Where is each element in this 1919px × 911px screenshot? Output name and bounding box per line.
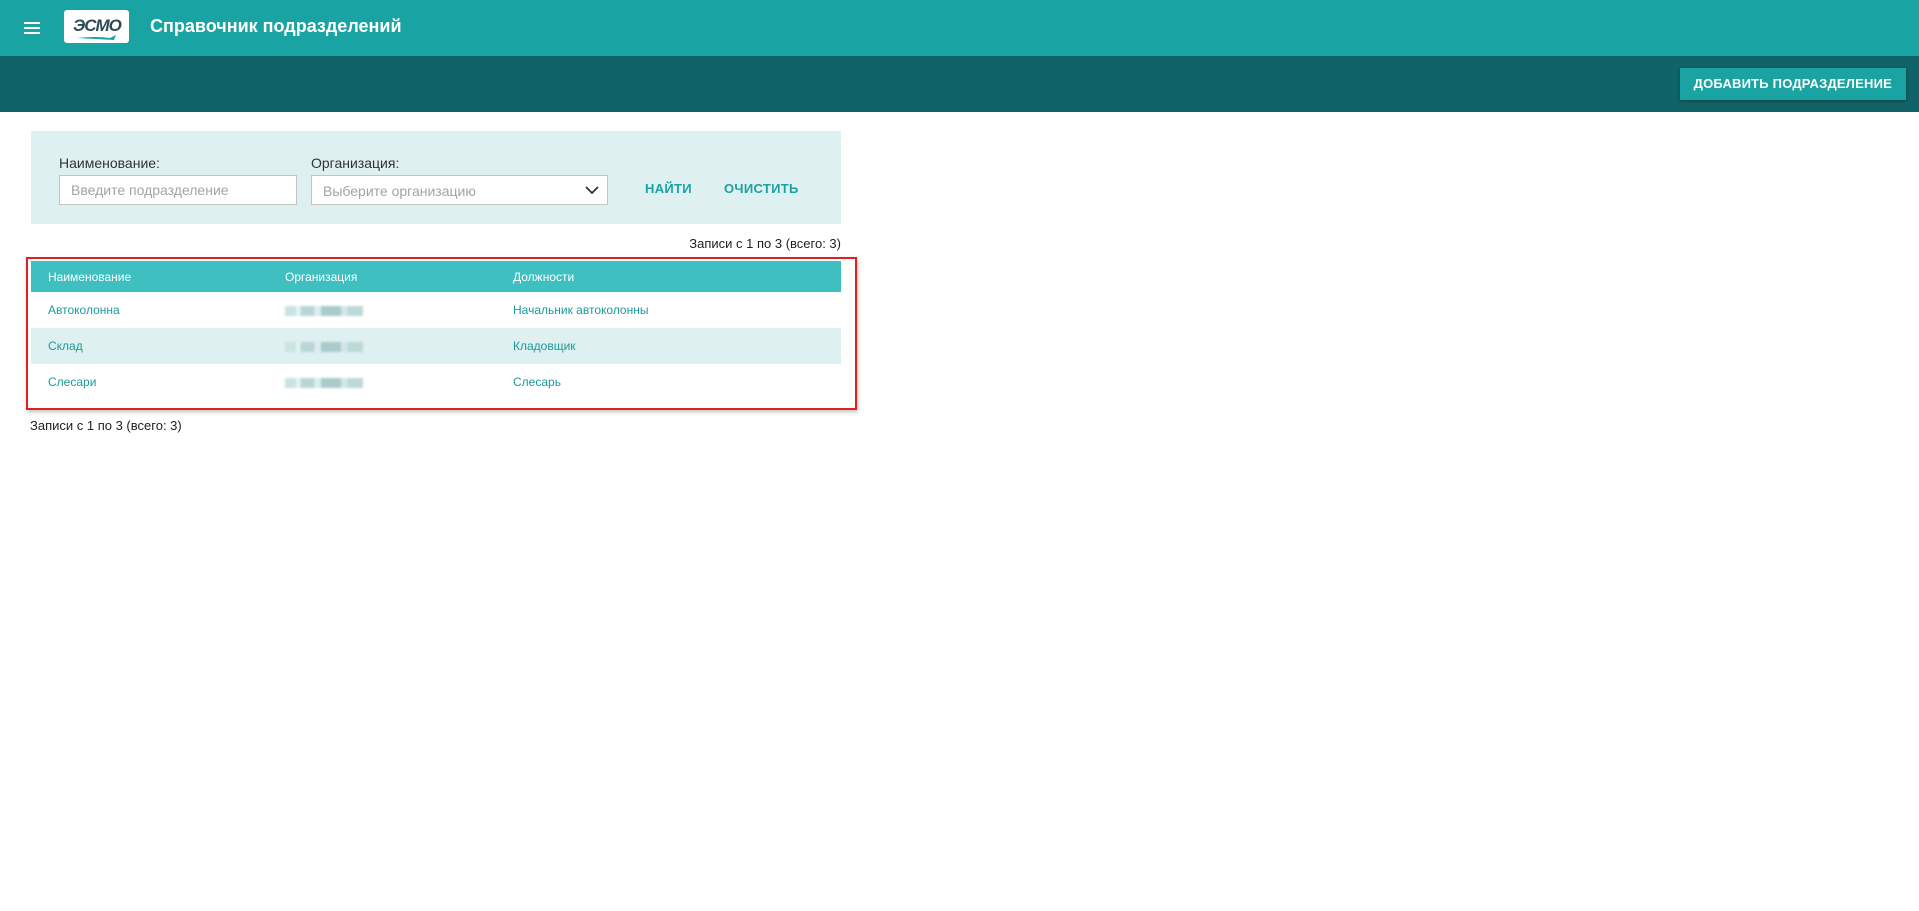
organization-filter-label: Организация: [311,155,400,171]
top-app-bar: ЭСМО Справочник подразделений [0,0,1919,56]
organization-redacted [285,305,363,316]
action-toolbar: ДОБАВИТЬ ПОДРАЗДЕЛЕНИЕ [0,56,1919,112]
hamburger-menu-icon[interactable] [22,17,42,37]
row-name-cell[interactable]: Склад [31,328,268,364]
departments-table: Наименование Организация Должности Авток… [31,261,841,400]
organization-select-placeholder: Выберите организацию [323,183,476,199]
organization-select[interactable]: Выберите организацию [311,175,608,205]
table-row[interactable]: Слесари Слесарь [31,364,841,400]
chevron-down-icon [585,186,599,195]
table-row[interactable]: Склад Кладовщик [31,328,841,364]
logo-swoosh-icon [77,35,116,40]
row-organization-cell [268,328,496,364]
column-header-organization[interactable]: Организация [268,261,496,292]
name-filter-label: Наименование: [59,155,160,171]
row-organization-cell [268,292,496,328]
records-count-top: Записи с 1 по 3 (всего: 3) [689,236,841,251]
row-positions-cell[interactable]: Начальник автоколонны [496,292,841,328]
department-name-link[interactable]: Склад [48,339,83,353]
add-department-button[interactable]: ДОБАВИТЬ ПОДРАЗДЕЛЕНИЕ [1679,68,1906,100]
records-count-bottom: Записи с 1 по 3 (всего: 3) [30,418,182,433]
clear-button[interactable]: ОЧИСТИТЬ [724,181,799,196]
organization-redacted [285,341,363,352]
row-positions-cell[interactable]: Кладовщик [496,328,841,364]
page-title: Справочник подразделений [150,16,402,36]
row-organization-cell [268,364,496,400]
column-header-positions[interactable]: Должности [496,261,841,292]
column-header-name[interactable]: Наименование [31,261,268,292]
department-name-link[interactable]: Слесари [48,375,96,389]
row-positions-cell[interactable]: Слесарь [496,364,841,400]
name-filter-input[interactable] [59,175,297,205]
position-link[interactable]: Начальник автоколонны [513,303,648,317]
position-link[interactable]: Слесарь [513,375,561,389]
find-button[interactable]: НАЙТИ [645,181,692,196]
filter-panel: Наименование: Организация: Выберите орга… [31,131,841,224]
organization-redacted [285,377,363,388]
position-link[interactable]: Кладовщик [513,339,576,353]
table-row[interactable]: Автоколонна Начальник автоколонны [31,292,841,328]
department-name-link[interactable]: Автоколонна [48,303,120,317]
esmo-logo[interactable]: ЭСМО [64,10,129,43]
row-name-cell[interactable]: Слесари [31,364,268,400]
row-name-cell[interactable]: Автоколонна [31,292,268,328]
table-header-row: Наименование Организация Должности [31,261,841,292]
